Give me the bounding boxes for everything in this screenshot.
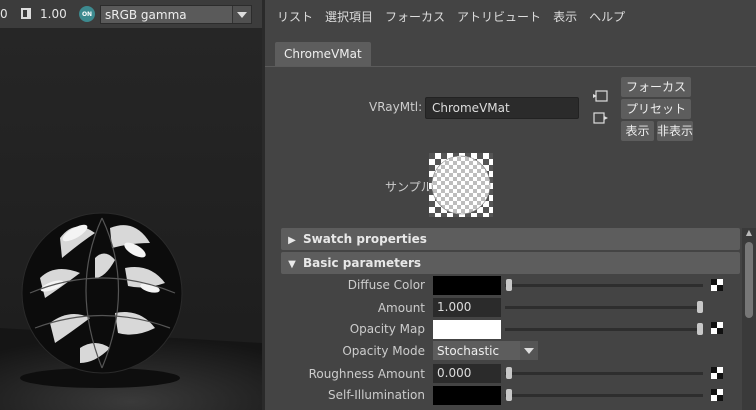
menu-list[interactable]: リスト xyxy=(277,8,313,25)
diffuse-color-slider[interactable] xyxy=(505,284,703,287)
section-title: Basic parameters xyxy=(303,256,422,270)
map-button-icon[interactable] xyxy=(711,279,723,291)
viewport-toolbar: 0 1.00 ON sRGB gamma xyxy=(0,0,262,29)
exposure-value[interactable]: 0 xyxy=(0,7,8,21)
color-space-dropdown[interactable]: sRGB gamma xyxy=(100,5,252,24)
color-management-toggle-icon[interactable]: ON xyxy=(79,6,95,22)
map-button-icon[interactable] xyxy=(711,367,723,379)
menu-show[interactable]: 表示 xyxy=(553,8,577,25)
scroll-up-icon[interactable]: ▲ xyxy=(744,228,754,240)
opacity-map-slider-handle[interactable] xyxy=(697,323,703,335)
collapse-arrow-icon: ▼ xyxy=(288,259,296,270)
preset-button[interactable]: プリセット xyxy=(621,99,691,119)
menu-selected[interactable]: 選択項目 xyxy=(325,8,373,25)
amount-field[interactable]: 1.000 xyxy=(433,298,501,317)
menu-bar: リスト 選択項目 フォーカス アトリビュート 表示 ヘルプ xyxy=(265,0,756,32)
menu-focus[interactable]: フォーカス xyxy=(385,8,445,25)
amount-slider-handle[interactable] xyxy=(697,301,703,313)
roughness-slider-handle[interactable] xyxy=(506,367,512,379)
expand-arrow-icon: ▶ xyxy=(288,235,296,246)
diffuse-color-label: Diffuse Color xyxy=(347,278,425,292)
diffuse-color-slider-handle[interactable] xyxy=(506,279,512,291)
opacity-mode-dropdown[interactable]: Stochastic xyxy=(433,341,538,360)
opacity-mode-label: Opacity Mode xyxy=(342,344,425,358)
attribute-editor: リスト 選択項目 フォーカス アトリビュート 表示 ヘルプ ChromeVMat… xyxy=(265,0,756,410)
diffuse-color-swatch[interactable] xyxy=(433,276,501,295)
rendered-chrome-sphere-image xyxy=(0,28,262,410)
input-connection-icon[interactable] xyxy=(593,89,609,103)
material-swatch-preview[interactable] xyxy=(429,153,493,217)
tab-chromevmat[interactable]: ChromeVMat xyxy=(275,42,371,66)
amount-label: Amount xyxy=(377,301,425,315)
opacity-mode-value: Stochastic xyxy=(437,343,500,358)
map-button-icon[interactable] xyxy=(711,322,723,334)
sample-label: サンプル xyxy=(385,180,433,194)
roughness-amount-label: Roughness Amount xyxy=(308,367,425,381)
self-illumination-slider[interactable] xyxy=(505,394,703,397)
material-name-field[interactable]: ChromeVMat xyxy=(425,97,579,119)
scrollbar-thumb[interactable] xyxy=(745,242,753,318)
material-type-label: VRayMtl: xyxy=(369,100,423,114)
chevron-down-icon[interactable] xyxy=(520,341,538,360)
opacity-map-swatch[interactable] xyxy=(433,320,501,339)
focus-button[interactable]: フォーカス xyxy=(621,77,691,97)
section-title: Swatch properties xyxy=(303,232,427,246)
gamma-value[interactable]: 1.00 xyxy=(40,7,67,21)
chevron-down-icon[interactable] xyxy=(232,6,251,23)
swatch-properties-section[interactable]: ▶ Swatch properties xyxy=(281,228,740,250)
self-illumination-slider-handle[interactable] xyxy=(506,389,512,401)
menu-help[interactable]: ヘルプ xyxy=(589,8,625,25)
gamma-icon[interactable] xyxy=(21,8,31,19)
color-management-badge: ON xyxy=(81,10,93,18)
basic-parameters-section[interactable]: ▼ Basic parameters xyxy=(281,252,740,274)
opacity-map-slider[interactable] xyxy=(505,328,703,331)
render-viewport[interactable]: 0 1.00 ON sRGB gamma xyxy=(0,0,262,410)
opacity-map-label: Opacity Map xyxy=(349,322,425,336)
roughness-amount-field[interactable]: 0.000 xyxy=(433,364,501,383)
map-button-icon[interactable] xyxy=(711,389,723,401)
self-illumination-label: Self-Illumination xyxy=(327,388,425,402)
output-connection-icon[interactable] xyxy=(593,111,609,125)
hide-button[interactable]: 非表示 xyxy=(657,121,693,141)
self-illumination-swatch[interactable] xyxy=(433,386,501,405)
menu-attributes[interactable]: アトリビュート xyxy=(457,8,541,25)
show-button[interactable]: 表示 xyxy=(621,121,654,141)
color-space-value: sRGB gamma xyxy=(105,7,187,22)
node-tab-bar: ChromeVMat xyxy=(265,40,756,67)
vertical-scrollbar[interactable]: ▲ xyxy=(742,228,756,410)
roughness-slider[interactable] xyxy=(505,372,703,375)
amount-slider[interactable] xyxy=(505,306,703,309)
